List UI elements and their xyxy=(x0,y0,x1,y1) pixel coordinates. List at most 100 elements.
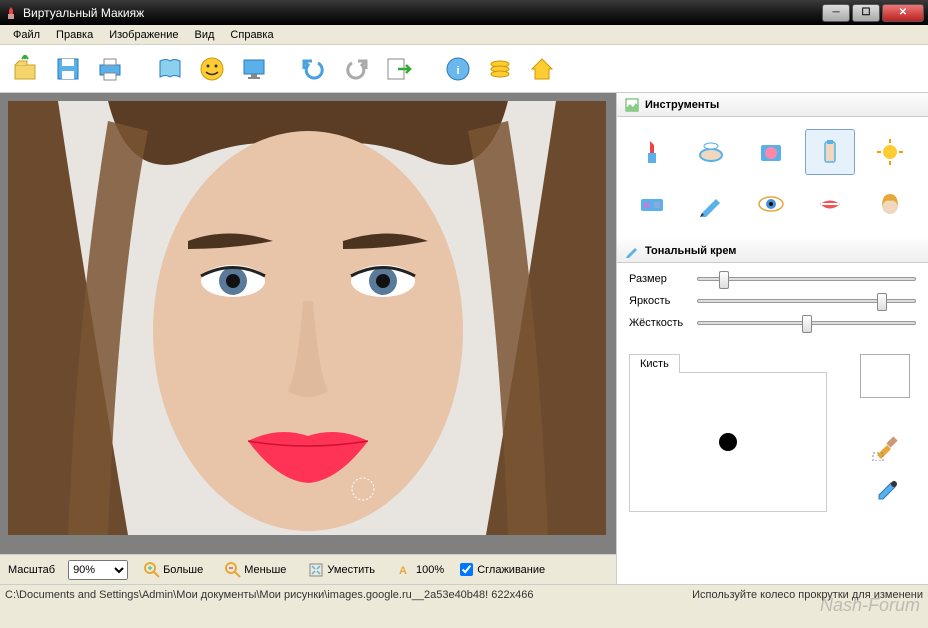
zoom-fit-button[interactable]: Уместить xyxy=(302,559,381,581)
tool-hair[interactable] xyxy=(865,181,915,227)
redo-button[interactable] xyxy=(336,50,376,88)
menu-view[interactable]: Вид xyxy=(187,27,223,43)
eyedropper-button[interactable] xyxy=(860,474,910,512)
face-illustration xyxy=(8,101,606,535)
brush-select-button[interactable] xyxy=(860,428,910,466)
status-hint: Используйте колесо прокрутки для изменен… xyxy=(682,589,923,601)
brush-area: Кисть xyxy=(617,349,928,517)
undo-icon xyxy=(300,57,328,81)
home-button[interactable] xyxy=(522,50,562,88)
pencil-icon xyxy=(696,189,726,219)
slider-brightness-label: Яркость xyxy=(629,295,689,307)
lips-icon xyxy=(815,189,845,219)
brush-side-tools xyxy=(860,354,916,512)
color-swatch[interactable] xyxy=(860,354,910,398)
paintbrush-icon xyxy=(871,433,899,461)
book-icon xyxy=(156,55,184,83)
canvas-image[interactable] xyxy=(8,101,606,535)
save-button[interactable] xyxy=(48,50,88,88)
monitor-icon xyxy=(240,55,268,83)
slider-hardness-row: Жёсткость xyxy=(629,317,916,329)
open-button[interactable] xyxy=(6,50,46,88)
coins-icon xyxy=(486,55,514,83)
zoom-bar: Масштаб 90% Больше Меньше Уместить A 100… xyxy=(0,554,616,584)
slider-hardness[interactable] xyxy=(697,321,916,325)
book-button[interactable] xyxy=(150,50,190,88)
foundation-icon xyxy=(815,137,845,167)
brush-tab[interactable]: Кисть xyxy=(629,354,680,373)
floppy-save-icon xyxy=(54,55,82,83)
tool-foundation[interactable] xyxy=(805,129,855,175)
lipstick-icon xyxy=(637,137,667,167)
pencil-small-icon xyxy=(625,244,639,258)
print-button[interactable] xyxy=(90,50,130,88)
smiley-button[interactable] xyxy=(192,50,232,88)
folder-open-icon xyxy=(12,55,40,83)
undo-button[interactable] xyxy=(294,50,334,88)
status-path: C:\Documents and Settings\Admin\Мои доку… xyxy=(5,589,682,601)
window-title: Виртуальный Макияж xyxy=(23,6,822,20)
tools-panel-header: Инструменты xyxy=(617,93,928,117)
brush-preview xyxy=(629,372,827,512)
tool-eyecolor[interactable] xyxy=(746,181,796,227)
sliders-area: Размер Яркость Жёсткость xyxy=(617,263,928,349)
right-panel: Инструменты Тональный крем Размер Яркос xyxy=(616,93,928,584)
redo-icon xyxy=(342,57,370,81)
scale-label: Масштаб xyxy=(8,564,55,576)
export-button[interactable] xyxy=(378,50,418,88)
canvas-area: Масштаб 90% Больше Меньше Уместить A 100… xyxy=(0,93,616,584)
slider-hardness-label: Жёсткость xyxy=(629,317,689,329)
blush-icon xyxy=(756,137,786,167)
menu-image[interactable]: Изображение xyxy=(101,27,186,43)
window-controls: ─ ☐ ✕ xyxy=(822,4,924,22)
statusbar: C:\Documents and Settings\Admin\Мои доку… xyxy=(0,584,928,604)
sun-icon xyxy=(875,137,905,167)
slider-size[interactable] xyxy=(697,277,916,281)
maximize-button[interactable]: ☐ xyxy=(852,4,880,22)
tool-eyeliner[interactable] xyxy=(686,181,736,227)
tool-blush[interactable] xyxy=(746,129,796,175)
slider-size-row: Размер xyxy=(629,273,916,285)
menu-edit[interactable]: Правка xyxy=(48,27,101,43)
eyeshadow-icon xyxy=(637,189,667,219)
export-icon xyxy=(384,55,412,83)
info-button[interactable]: i xyxy=(438,50,478,88)
info-icon: i xyxy=(444,55,472,83)
svg-text:i: i xyxy=(456,65,459,77)
eyedropper-icon xyxy=(871,479,899,507)
current-tool-header: Тональный крем xyxy=(617,239,928,263)
home-icon xyxy=(528,55,556,83)
brush-dot xyxy=(719,433,737,451)
zoom-out-icon xyxy=(225,562,241,578)
app-icon xyxy=(4,6,18,20)
monitor-button[interactable] xyxy=(234,50,274,88)
close-button[interactable]: ✕ xyxy=(882,4,924,22)
printer-icon xyxy=(96,55,124,83)
smiley-icon xyxy=(198,55,226,83)
hair-icon xyxy=(875,189,905,219)
tool-eyeshadow[interactable] xyxy=(627,181,677,227)
picture-icon xyxy=(625,98,639,112)
tool-lipstick[interactable] xyxy=(627,129,677,175)
eye-icon xyxy=(756,189,786,219)
tool-powder[interactable] xyxy=(686,129,736,175)
minimize-button[interactable]: ─ xyxy=(822,4,850,22)
fit-icon xyxy=(308,562,324,578)
zoom-in-button[interactable]: Больше xyxy=(138,559,209,581)
smoothing-checkbox-wrap: Сглаживание xyxy=(460,563,545,576)
smoothing-checkbox[interactable] xyxy=(460,563,473,576)
slider-brightness[interactable] xyxy=(697,299,916,303)
zoom-out-button[interactable]: Меньше xyxy=(219,559,292,581)
smoothing-label: Сглаживание xyxy=(477,564,545,576)
tool-teeth[interactable] xyxy=(805,181,855,227)
menu-file[interactable]: Файл xyxy=(5,27,48,43)
slider-size-label: Размер xyxy=(629,273,689,285)
tools-grid xyxy=(617,117,928,239)
zoom-100-button[interactable]: A 100% xyxy=(391,559,450,581)
coins-button[interactable] xyxy=(480,50,520,88)
main-toolbar: i xyxy=(0,45,928,93)
titlebar: Виртуальный Макияж ─ ☐ ✕ xyxy=(0,0,928,25)
tool-tanning[interactable] xyxy=(865,129,915,175)
scale-select[interactable]: 90% xyxy=(68,560,128,580)
menu-help[interactable]: Справка xyxy=(222,27,281,43)
